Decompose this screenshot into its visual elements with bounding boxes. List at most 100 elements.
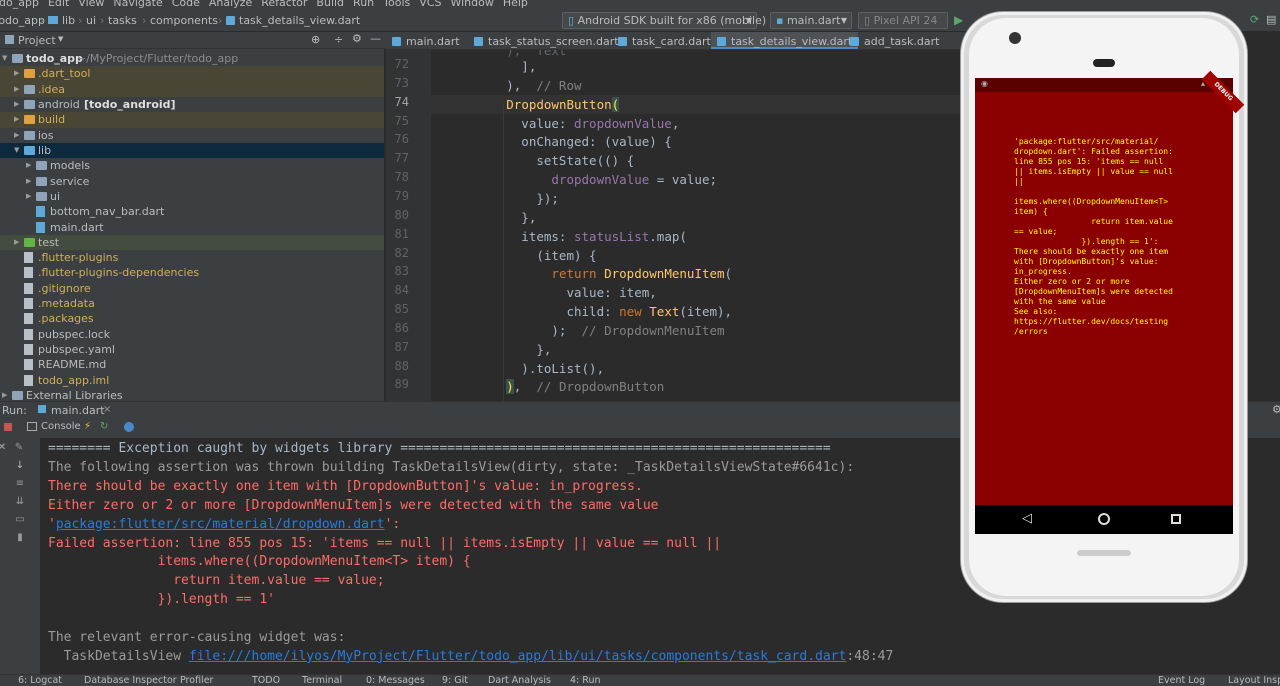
arrow-down-icon[interactable]: ↓	[10, 460, 30, 471]
code-line[interactable]: return DropdownMenuItem(	[431, 264, 980, 283]
source-link[interactable]: package:flutter/src/material/dropdown.da…	[56, 517, 385, 532]
chevron-right-icon[interactable]: ▶	[26, 189, 31, 204]
code-line[interactable]: setState(() {	[431, 151, 980, 170]
tree-item[interactable]: ▶ android [todo_android]	[0, 97, 384, 112]
breadcrumb-tasks[interactable]: tasks	[108, 14, 137, 27]
status-tool-database-inspector[interactable]: Database Inspector	[84, 675, 177, 686]
code-line[interactable]: DropdownButton(	[431, 94, 980, 114]
devtools-icon[interactable]	[124, 422, 134, 432]
tree-item[interactable]: .metadata	[0, 296, 384, 311]
minimize-icon[interactable]: —	[370, 32, 381, 45]
scroll-to-end-icon[interactable]: ⇊	[10, 496, 30, 507]
code-line[interactable]: items: statusList.map(	[431, 227, 980, 246]
target-icon[interactable]: ⊕	[311, 33, 320, 46]
trash-icon[interactable]: ▮	[10, 532, 30, 543]
code-line[interactable]: (item) {	[431, 246, 980, 265]
tree-item[interactable]: pubspec.lock	[0, 327, 384, 342]
tab-task-details-view-dart[interactable]: task_details_view.dart	[711, 32, 859, 49]
menu-item-0[interactable]: todo_app	[0, 0, 39, 9]
tree-item[interactable]: ▶ .dart_tool	[0, 66, 384, 82]
code-line[interactable]: },	[431, 208, 980, 227]
tree-item[interactable]: ▶ ui	[0, 189, 384, 204]
soft-wrap-icon[interactable]: ≡	[10, 478, 30, 489]
menu-item-7[interactable]: Build	[316, 0, 344, 9]
tree-item[interactable]: ▶ build	[0, 112, 384, 128]
menu-item-1[interactable]: Edit	[48, 0, 69, 9]
tree-item[interactable]: ▶ External Libraries	[0, 388, 384, 401]
tree-item[interactable]: .flutter-plugins	[0, 250, 384, 265]
code-line[interactable]: dropdownValue = value;	[431, 170, 980, 189]
code-line[interactable]: value: dropdownValue,	[431, 114, 980, 133]
close-icon[interactable]: ×	[103, 404, 111, 415]
tab-task-card-dart[interactable]: task_card.dart	[612, 32, 717, 49]
menu-item-8[interactable]: Run	[353, 0, 374, 9]
tree-item[interactable]: ▶ test	[0, 234, 384, 251]
code-line[interactable]: onChanged: (value) {	[431, 132, 980, 151]
tree-item[interactable]: bottom_nav_bar.dart	[0, 204, 384, 219]
code-line[interactable]: ).toList(),	[431, 359, 980, 378]
menu-item-4[interactable]: Code	[172, 0, 200, 9]
tab-task-status-screen-dart[interactable]: task_status_screen.dart	[468, 32, 625, 49]
status-tool-6-logcat[interactable]: 6: Logcat	[18, 675, 62, 686]
code-editor[interactable]: ), Text ], ), // Row DropdownButton( val…	[431, 50, 980, 401]
status-tool-9-git[interactable]: 9: Git	[442, 675, 468, 686]
tree-item[interactable]: ▼ lib	[0, 142, 384, 159]
menu-item-9[interactable]: Tools	[383, 0, 410, 9]
menu-item-3[interactable]: Navigate	[113, 0, 162, 9]
tab-add-task-dart[interactable]: add_task.dart	[844, 32, 945, 49]
status-tool-terminal[interactable]: Terminal	[302, 675, 342, 686]
chevron-right-icon[interactable]: ▶	[14, 82, 19, 97]
tree-root[interactable]: ▼ todo_app ~/MyProject/Flutter/todo_app	[0, 51, 384, 66]
home-icon[interactable]	[1098, 513, 1110, 525]
sync-icon[interactable]: ⟳	[1250, 13, 1259, 26]
gear-icon[interactable]: ⚙	[352, 32, 362, 45]
tree-item[interactable]: ▶ service	[0, 174, 384, 189]
tree-item[interactable]: todo_app.iml	[0, 373, 384, 388]
breadcrumb-file[interactable]: task_details_view.dart	[239, 14, 360, 27]
status-tool-event-log[interactable]: Event Log	[1158, 675, 1205, 686]
tree-item[interactable]: README.md	[0, 357, 384, 372]
print-icon[interactable]: ▭	[10, 514, 30, 525]
run-config-selector[interactable]: ▪ main.dart ▼	[770, 12, 852, 29]
menu-item-10[interactable]: VCS	[419, 0, 441, 9]
run-icon[interactable]: ▶	[954, 13, 963, 27]
menu-item-2[interactable]: View	[78, 0, 104, 9]
code-line[interactable]: child: new Text(item),	[431, 302, 980, 321]
chevron-right-icon[interactable]: ▶	[26, 158, 31, 173]
code-line[interactable]: value: item,	[431, 283, 980, 302]
status-tool-profiler[interactable]: Profiler	[180, 675, 213, 686]
source-link[interactable]: file:///home/ilyos/MyProject/Flutter/tod…	[189, 649, 846, 664]
tree-item[interactable]: pubspec.yaml	[0, 342, 384, 357]
breadcrumb-components[interactable]: components	[150, 14, 218, 27]
menu-item-6[interactable]: Refactor	[261, 0, 307, 9]
hot-restart-icon[interactable]: ↻	[100, 421, 108, 432]
chevron-right-icon[interactable]: ▶	[14, 112, 19, 127]
back-icon[interactable]: ◁	[1022, 511, 1032, 526]
code-line[interactable]: ],	[431, 57, 980, 76]
chevron-down-icon[interactable]: ▼	[58, 35, 63, 43]
status-tool-4-run[interactable]: 4: Run	[570, 675, 600, 686]
menu-item-5[interactable]: Analyze	[209, 0, 252, 9]
menu-item-11[interactable]: Window	[450, 0, 493, 9]
tree-item[interactable]: .flutter-plugins-dependencies	[0, 265, 384, 280]
breadcrumb-lib[interactable]: lib	[62, 14, 75, 27]
tree-item[interactable]: .gitignore	[0, 281, 384, 296]
hot-reload-icon[interactable]: ⚡	[84, 421, 91, 432]
recents-icon[interactable]	[1171, 514, 1181, 524]
stop-icon[interactable]	[4, 423, 12, 431]
tree-item[interactable]: ▶ ios	[0, 128, 384, 143]
run-config-tab[interactable]: main.dart	[51, 404, 105, 417]
tree-item[interactable]: main.dart	[0, 220, 384, 235]
chevron-right-icon[interactable]: ▶	[26, 174, 31, 189]
chevron-right-icon[interactable]: ▶	[14, 66, 19, 81]
console-tab[interactable]: Console	[41, 421, 81, 432]
tree-item[interactable]: .packages	[0, 311, 384, 326]
code-line[interactable]: ); // DropdownMenuItem	[431, 321, 980, 340]
code-line[interactable]: ), // DropdownButton	[431, 377, 980, 396]
layout-icon[interactable]: ▤	[1266, 13, 1276, 26]
tree-item[interactable]: ▶ models	[0, 158, 384, 173]
collapse-icon[interactable]: ÷	[334, 33, 343, 46]
status-tool-dart-analysis[interactable]: Dart Analysis	[488, 675, 551, 686]
chevron-right-icon[interactable]: ▶	[2, 388, 7, 401]
chevron-down-icon[interactable]: ▼	[14, 143, 19, 158]
